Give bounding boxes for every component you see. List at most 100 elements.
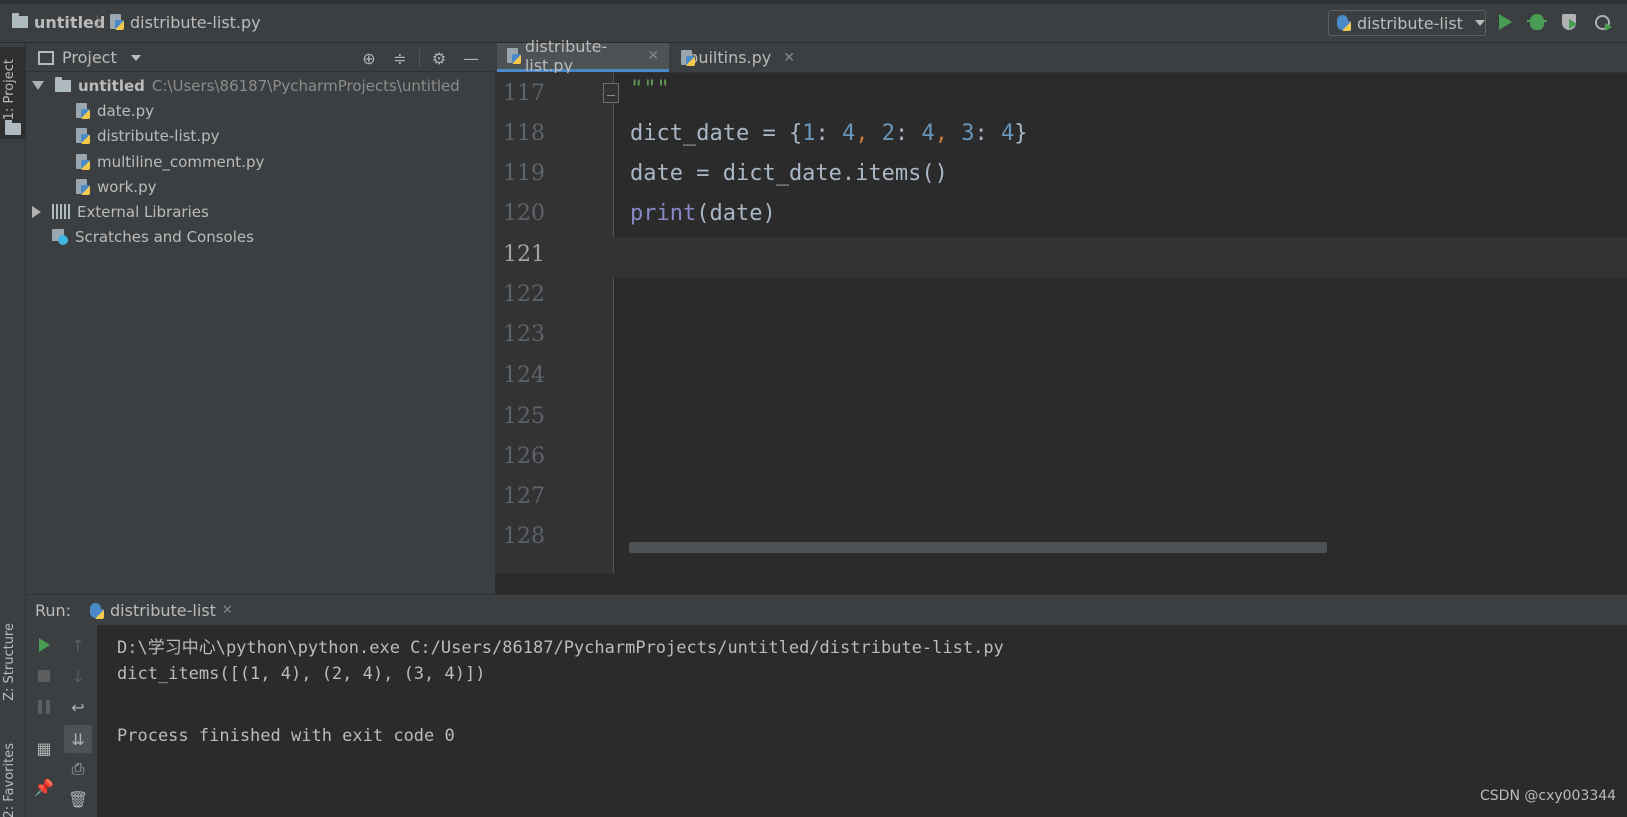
chevron-down-icon xyxy=(1474,20,1485,26)
breadcrumb-file-label: distribute-list.py xyxy=(130,12,261,32)
line-number: 127 xyxy=(503,484,545,509)
line-number: 117 xyxy=(503,81,545,106)
python-icon xyxy=(90,602,104,619)
coverage-icon xyxy=(1562,14,1577,30)
locate-icon[interactable]: ⊕ xyxy=(360,49,378,68)
line-number: 122 xyxy=(503,282,545,307)
profile-button[interactable] xyxy=(1592,12,1612,32)
project-tool-tab[interactable]: 1: Project xyxy=(0,47,25,139)
tree-file-item[interactable]: multiline_comment.py xyxy=(76,149,264,174)
line-number: 125 xyxy=(503,404,545,429)
code-line-117: """ xyxy=(630,77,670,102)
debug-button[interactable] xyxy=(1527,12,1547,32)
folder-icon xyxy=(5,120,21,135)
line-number: 124 xyxy=(503,363,545,388)
folder-icon xyxy=(55,76,71,92)
python-file-icon xyxy=(76,178,90,195)
tab-builtins[interactable]: builtins.py ✕ xyxy=(671,43,805,72)
root-folder-name: untitled xyxy=(78,76,145,95)
code-line-118-text: dict_date = {1: 4, 2: 4, 3: 4} xyxy=(630,121,1028,146)
code-editor[interactable]: 117 118 119 120 121 122 123 124 125 126 … xyxy=(495,73,1627,573)
tree-scratches-consoles[interactable]: Scratches and Consoles xyxy=(52,224,254,249)
collapse-all-icon[interactable]: ≑ xyxy=(391,49,409,68)
tree-file-item[interactable]: distribute-list.py xyxy=(76,123,219,148)
line-number: 123 xyxy=(503,322,545,347)
run-button[interactable] xyxy=(1495,12,1515,32)
stop-icon xyxy=(38,670,50,682)
fold-marker-icon[interactable] xyxy=(603,83,619,103)
code-line-118: dict_date = {1: 4, 2: 4, 3: 4} xyxy=(630,121,1027,146)
breadcrumb-file[interactable]: distribute-list.py xyxy=(110,12,261,32)
run-toolbar-left: ▦ 📌 xyxy=(26,625,61,817)
code-line-120-text: print(date) xyxy=(630,201,776,226)
bug-icon xyxy=(1527,14,1547,30)
line-number: 118 xyxy=(503,121,545,146)
close-icon[interactable]: ✕ xyxy=(783,50,795,66)
scratches-label: Scratches and Consoles xyxy=(75,227,254,246)
root-folder-path: C:\Users\86187\PycharmProjects\untitled xyxy=(151,76,460,95)
arrow-up-icon: ↑ xyxy=(71,635,85,655)
project-panel: Project ⊕ ≑ ⚙ — untitled C:\Users\86187\… xyxy=(26,43,495,594)
tree-file-label: multiline_comment.py xyxy=(97,152,265,171)
rerun-button[interactable] xyxy=(34,635,54,655)
run-console[interactable]: D:\学习中心\python\python.exe C:/Users/86187… xyxy=(97,625,1627,817)
pin-button[interactable]: 📌 xyxy=(34,777,54,797)
breadcrumb-project[interactable]: untitled xyxy=(12,12,105,32)
line-number: 119 xyxy=(503,161,545,186)
project-tool-tab-label: 1: Project xyxy=(2,59,17,121)
navigation-bar: untitled 〉 distribute-list.py distribute… xyxy=(0,0,1627,43)
line-number: 128 xyxy=(503,524,545,549)
tab-label: distribute-list.py xyxy=(524,37,608,75)
layout-icon: ▦ xyxy=(36,738,52,758)
clear-button[interactable]: 🗑 xyxy=(68,789,88,809)
scroll-to-end-button[interactable]: ⇊ xyxy=(64,725,92,753)
console-command-line: D:\学习中心\python\python.exe C:/Users/86187… xyxy=(117,638,1004,658)
pin-icon: 📌 xyxy=(34,777,54,797)
python-file-icon xyxy=(76,102,90,119)
tree-root-untitled[interactable]: untitled C:\Users\86187\PycharmProjects\… xyxy=(32,73,460,98)
play-icon xyxy=(1498,14,1512,30)
profiler-icon xyxy=(1594,14,1612,31)
favorites-tool-tab[interactable]: 2: Favorites xyxy=(0,743,25,817)
soft-wrap-button[interactable]: ↩ xyxy=(68,697,88,717)
gear-icon[interactable]: ⚙ xyxy=(430,49,448,68)
run-tab-distribute-list[interactable]: distribute-list ✕ xyxy=(90,595,233,626)
project-view-selector[interactable]: Project xyxy=(38,48,141,67)
print-icon: ⎙ xyxy=(71,759,85,778)
soft-wrap-icon: ↩ xyxy=(71,697,85,717)
code-line-120: print(date) xyxy=(630,201,776,226)
watermark: CSDN @cxy003344 xyxy=(1480,788,1617,804)
python-file-icon xyxy=(681,49,695,66)
structure-tool-tab-label: Z: Structure xyxy=(2,623,17,701)
tree-file-item[interactable]: work.py xyxy=(76,174,156,199)
layout-button[interactable]: ▦ xyxy=(34,738,54,758)
close-icon[interactable]: ✕ xyxy=(647,48,659,64)
chevron-down-icon xyxy=(130,54,141,61)
pause-button[interactable] xyxy=(34,697,54,717)
expand-arrow-icon[interactable] xyxy=(32,81,44,90)
structure-tool-tab[interactable]: Z: Structure xyxy=(0,623,25,733)
play-icon xyxy=(38,638,50,652)
tab-distribute-list[interactable]: distribute-list.py ✕ xyxy=(497,37,669,75)
horizontal-scrollbar[interactable] xyxy=(629,542,1327,553)
down-button[interactable]: ↓ xyxy=(68,666,88,686)
hide-panel-icon[interactable]: — xyxy=(462,49,480,68)
coverage-button[interactable] xyxy=(1559,12,1579,32)
expand-arrow-icon[interactable] xyxy=(32,205,41,218)
tree-file-item[interactable]: date.py xyxy=(76,98,154,123)
breadcrumb-separator: 〉 xyxy=(95,15,109,31)
stop-button[interactable] xyxy=(34,666,54,686)
print-button[interactable]: ⎙ xyxy=(68,759,88,779)
close-icon[interactable]: ✕ xyxy=(222,603,233,618)
scroll-to-end-icon: ⇊ xyxy=(71,729,85,749)
favorites-tool-tab-label: 2: Favorites xyxy=(2,743,17,817)
project-panel-header: Project ⊕ ≑ ⚙ — xyxy=(26,43,495,72)
up-button[interactable]: ↑ xyxy=(68,635,88,655)
run-toolbar-right: ↑ ↓ ↩ ⇊ ⎙ 🗑 xyxy=(61,625,98,817)
run-configuration-select[interactable]: distribute-list xyxy=(1328,10,1486,36)
code-line-119: date = dict_date.items() xyxy=(630,161,948,186)
project-panel-title: Project xyxy=(62,48,117,67)
tree-external-libraries[interactable]: External Libraries xyxy=(32,199,209,224)
python-file-icon xyxy=(76,127,90,144)
editor-tab-bar: distribute-list.py ✕ builtins.py ✕ xyxy=(495,37,1627,75)
